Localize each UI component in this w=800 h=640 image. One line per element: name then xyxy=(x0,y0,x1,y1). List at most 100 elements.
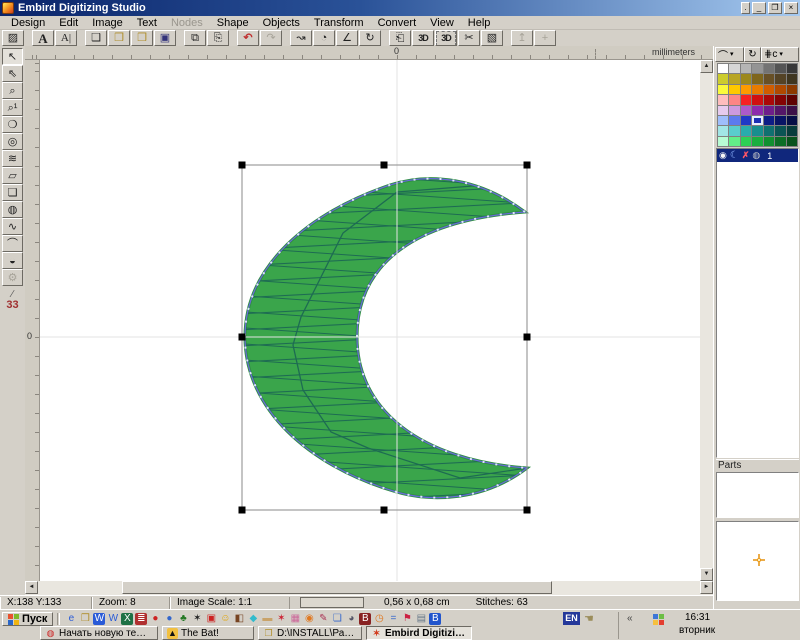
scroll-right-button[interactable]: ► xyxy=(700,581,713,594)
color-swatch[interactable] xyxy=(752,64,762,73)
color-swatch[interactable] xyxy=(787,64,797,73)
import-button[interactable]: ❒ xyxy=(131,30,153,46)
color-swatch[interactable] xyxy=(764,106,774,115)
color-swatch[interactable] xyxy=(718,116,728,125)
word-icon[interactable]: W xyxy=(92,613,106,626)
angle-button[interactable]: ∠ xyxy=(336,30,358,46)
rotate-button[interactable]: ↻ xyxy=(359,30,381,46)
copy-button[interactable]: ⧉ xyxy=(184,30,206,46)
color-swatch[interactable] xyxy=(764,116,774,125)
color-swatch[interactable] xyxy=(787,85,797,94)
equals-icon[interactable]: = xyxy=(386,613,400,626)
color-swatch[interactable] xyxy=(729,116,739,125)
zoom-1-1-tool[interactable]: ⌕¹ xyxy=(2,99,23,116)
start-button[interactable]: Пуск xyxy=(2,612,53,626)
menu-convert[interactable]: Convert xyxy=(371,17,424,29)
visibility-eye-icon[interactable]: ◉ xyxy=(719,150,727,161)
fill-region-tool[interactable]: ❍ xyxy=(2,116,23,133)
parts-list[interactable] xyxy=(716,472,799,518)
view-3d-button[interactable]: 3D xyxy=(412,30,434,46)
object-list[interactable]: ◉ ☾ ✗ ◍ 1 xyxy=(716,148,799,458)
notepad-icon[interactable]: ▤ xyxy=(414,613,428,626)
selection-handle[interactable] xyxy=(239,507,246,514)
vertical-scrollbar[interactable]: ▲ ▼ xyxy=(700,60,713,581)
color-swatch[interactable] xyxy=(741,74,751,83)
color-swatch[interactable] xyxy=(752,137,762,146)
selected-color-swatch[interactable] xyxy=(752,116,762,125)
color-swatch[interactable] xyxy=(718,95,728,104)
color-swatch[interactable] xyxy=(752,126,762,135)
fill-pattern-dropdown[interactable]: ⋕c ▾ xyxy=(761,47,799,62)
connection-shape-tool[interactable]: ◒ xyxy=(2,252,23,269)
selection-handle[interactable] xyxy=(524,507,531,514)
color-swatch[interactable] xyxy=(752,74,762,83)
color-swatch[interactable] xyxy=(729,64,739,73)
selection-handle[interactable] xyxy=(381,507,388,514)
flag-icon[interactable]: ⚑ xyxy=(400,613,414,626)
ie-icon[interactable]: e xyxy=(64,613,78,626)
zigzag-column-tool[interactable]: ∿ xyxy=(2,218,23,235)
sphere-icon[interactable]: ◕ xyxy=(344,613,358,626)
color-swatch[interactable] xyxy=(787,106,797,115)
tray-app-icon[interactable] xyxy=(653,614,664,625)
red-box-icon[interactable]: ▣ xyxy=(204,613,218,626)
diamond-icon[interactable]: ◆ xyxy=(246,613,260,626)
color-swatch[interactable] xyxy=(775,64,785,73)
clock-icon[interactable]: ◷ xyxy=(372,613,386,626)
color-swatch[interactable] xyxy=(741,116,751,125)
color-swatch[interactable] xyxy=(775,74,785,83)
color-swatch[interactable] xyxy=(741,126,751,135)
task-embird[interactable]: ✶Embird Digitizing Stud... xyxy=(366,626,472,640)
menu-view[interactable]: View xyxy=(423,17,461,29)
color-swatch[interactable] xyxy=(764,137,774,146)
menu-transform[interactable]: Transform xyxy=(307,17,371,29)
fill-lines-tool[interactable]: ≋ xyxy=(2,150,23,167)
curve-style-dropdown[interactable]: ⌒ ▾ xyxy=(715,47,744,62)
case-b-icon[interactable]: B xyxy=(358,613,372,626)
color-swatch[interactable] xyxy=(775,116,785,125)
color-swatch[interactable] xyxy=(718,137,728,146)
tray-collapse-chevron[interactable]: « xyxy=(627,613,633,624)
color-swatch[interactable] xyxy=(764,95,774,104)
open-button[interactable]: ❒ xyxy=(108,30,130,46)
color-swatch[interactable] xyxy=(729,74,739,83)
edit-nodes-tool[interactable]: ⇖ xyxy=(2,65,23,82)
selection-handle[interactable] xyxy=(524,334,531,341)
clip-icon[interactable]: ▬ xyxy=(260,613,274,626)
color-swatch[interactable] xyxy=(764,85,774,94)
color-swatch[interactable] xyxy=(741,85,751,94)
color-swatch[interactable] xyxy=(787,137,797,146)
new-button[interactable]: ❑ xyxy=(85,30,107,46)
color-swatch[interactable] xyxy=(764,64,774,73)
menu-text[interactable]: Text xyxy=(130,17,164,29)
star-icon[interactable]: ✶ xyxy=(190,613,204,626)
save-button[interactable]: ▣ xyxy=(154,30,176,46)
excel-icon[interactable]: X xyxy=(120,613,134,626)
design-canvas[interactable] xyxy=(40,60,700,581)
color-swatch[interactable] xyxy=(787,95,797,104)
color-swatch[interactable] xyxy=(775,85,785,94)
color-swatch[interactable] xyxy=(775,126,785,135)
red-flower-icon[interactable]: ✶ xyxy=(274,613,288,626)
color-swatch[interactable] xyxy=(741,95,751,104)
color-swatch[interactable] xyxy=(718,126,728,135)
trim-button[interactable]: ✂ xyxy=(458,30,480,46)
paste-button[interactable]: ⎘ xyxy=(207,30,229,46)
selection-handle[interactable] xyxy=(381,162,388,169)
scroll-left-button[interactable]: ◄ xyxy=(25,581,38,594)
menu-objects[interactable]: Objects xyxy=(256,17,307,29)
arc-tool[interactable]: ⌒ xyxy=(2,235,23,252)
color-swatch[interactable] xyxy=(729,126,739,135)
selection-handle[interactable] xyxy=(239,162,246,169)
restore-button[interactable]: ❐ xyxy=(768,2,782,14)
column-shape-tool[interactable]: ▱ xyxy=(2,167,23,184)
lettering-button[interactable]: A xyxy=(32,30,54,46)
bluetooth-icon[interactable]: B xyxy=(428,613,442,626)
photo-icon[interactable]: ▦ xyxy=(288,613,302,626)
color-swatch[interactable] xyxy=(752,95,762,104)
color-swatch[interactable] xyxy=(787,126,797,135)
design-browser-button[interactable]: ▨ xyxy=(2,30,24,46)
pen-icon[interactable]: ✎ xyxy=(316,613,330,626)
color-swatch[interactable] xyxy=(729,95,739,104)
donut-icon[interactable]: ◉ xyxy=(302,613,316,626)
